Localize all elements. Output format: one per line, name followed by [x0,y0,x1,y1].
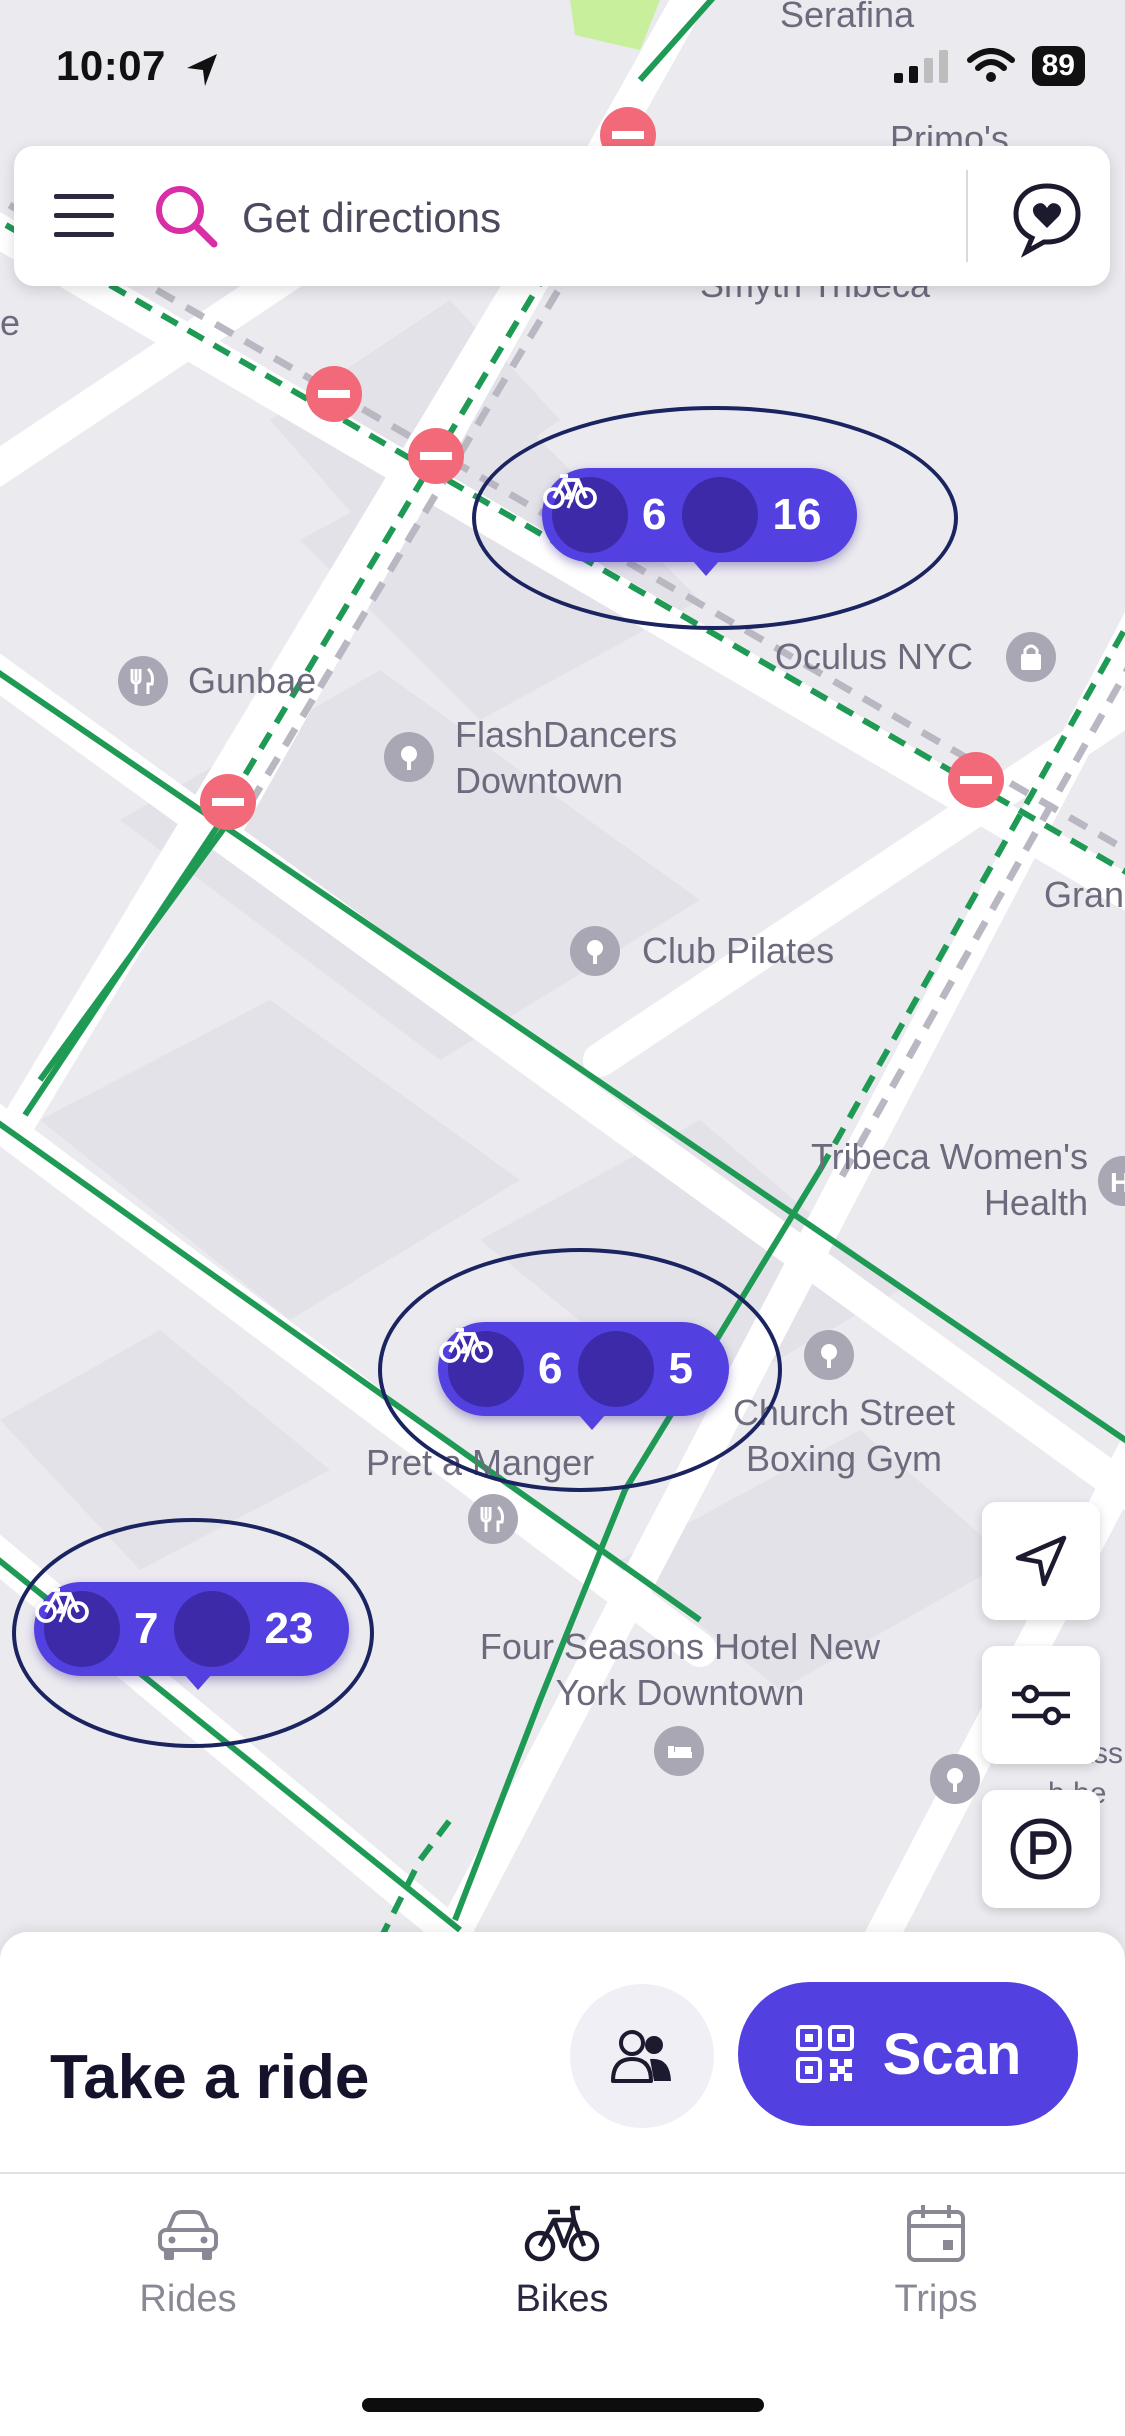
bike-icon [524,2205,600,2262]
ebike-count: 6 [642,490,667,539]
tab-rides[interactable]: Rides [68,2194,308,2321]
search-icon [156,186,218,248]
map-label-club-pilates: Club Pilates [642,930,835,971]
map-label-edge-left: e [0,302,21,343]
bike-icon [35,1588,251,1667]
map-label-gran: Gran [1044,874,1125,915]
hospital-icon[interactable]: H [1098,1156,1125,1206]
bike-icon [439,1328,655,1407]
bottom-panel: Take a ride Scan Rides Bikes Trips [0,1932,1125,2436]
panel-title: Take a ride [50,2043,370,2112]
place-pin-icon[interactable] [930,1754,980,1804]
group-ride-button[interactable] [570,1984,714,2128]
ebike-count: 6 [538,1344,563,1393]
map-view[interactable]: Serafina Primo's Smyth Tribeca e Gunbae … [0,0,1125,1940]
chat-heart-icon[interactable] [1002,176,1092,260]
people-icon [611,2030,671,2083]
map-label-oculus: Oculus NYC [775,636,974,677]
search-input[interactable] [240,182,944,254]
hotel-icon[interactable] [654,1726,704,1776]
recenter-location-button[interactable] [982,1502,1100,1620]
map-filter-button[interactable] [982,1646,1100,1764]
scan-label: Scan [882,2021,1022,2087]
map-label-four-seasons: Four Seasons Hotel New York Downtown [479,1626,881,1713]
bike-station-marker[interactable]: 6 5 [438,1322,729,1430]
bike-count: 5 [668,1344,693,1393]
wifi-icon [966,48,1015,82]
battery-level: 89 [1031,46,1085,86]
place-pin-icon[interactable] [570,926,620,976]
svg-text:H: H [1110,1167,1125,1198]
place-pin-icon[interactable] [804,1330,854,1380]
car-icon [158,2210,218,2260]
restaurant-icon[interactable] [118,656,168,706]
tab-trips[interactable]: Trips [816,2194,1056,2321]
bike-icon [543,474,759,553]
map-label-flashdancers: FlashDancers Downtown [455,714,678,801]
parking-button[interactable] [982,1790,1100,1908]
location-arrow-icon [187,54,217,86]
restaurant-icon[interactable] [468,1494,518,1544]
bike-station-marker[interactable]: 6 16 [542,468,858,576]
map-label-tribeca-health: Tribeca Women's Health [811,1136,1088,1223]
calendar-icon [907,2205,965,2262]
parking-icon [1010,1818,1072,1880]
bike-station-marker[interactable]: 7 23 [34,1582,350,1690]
search-bar [14,146,1110,286]
status-time: 10:07 [56,42,166,89]
tab-bikes[interactable]: Bikes [442,2194,682,2321]
bike-count: 16 [772,490,822,539]
navigation-arrow-icon [1015,1535,1067,1587]
shopping-bag-icon[interactable] [1006,632,1056,682]
home-indicator [362,2398,764,2412]
menu-icon[interactable] [54,192,114,240]
tab-label: Trips [894,2278,978,2320]
bike-count: 23 [264,1604,314,1653]
cellular-signal-icon [893,50,948,83]
tab-label: Rides [139,2278,237,2320]
qr-code-icon [795,2025,854,2083]
search-divider [966,170,968,262]
status-bar: 10:07 89 [0,0,1125,140]
map-label-gunbae: Gunbae [188,660,317,701]
panel-divider [0,2172,1125,2174]
ebike-count: 7 [134,1604,159,1653]
place-pin-icon[interactable] [384,732,434,782]
scan-button[interactable]: Scan [738,1982,1078,2126]
sliders-icon [1012,1684,1070,1726]
tab-label: Bikes [515,2278,609,2320]
